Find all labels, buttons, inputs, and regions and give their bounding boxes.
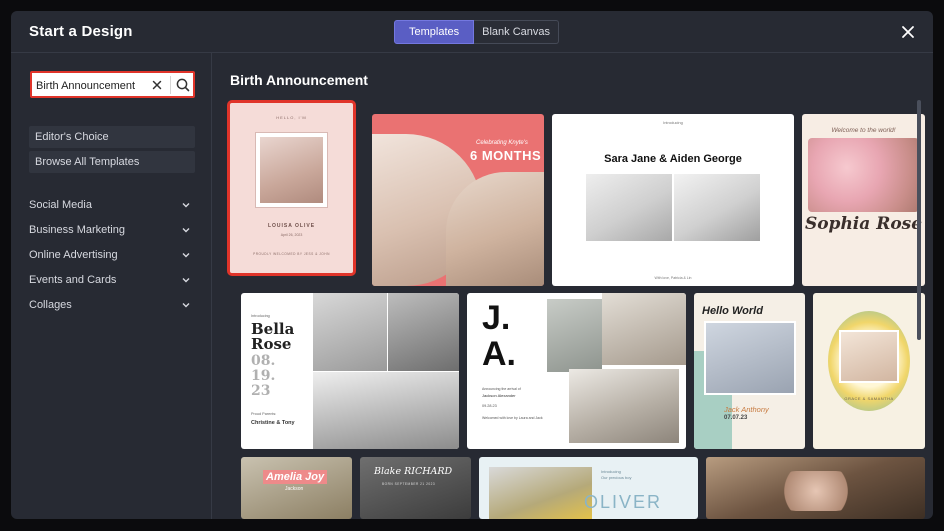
card-title: Amelia Joy: [263, 470, 328, 484]
card-text: Introducing: [251, 314, 270, 318]
card-photo: [586, 174, 672, 241]
card-text: 07.07.23: [724, 415, 748, 421]
card-text: BORN SEPTEMBER 21 2023: [382, 482, 436, 486]
template-card-oliver[interactable]: Introducing Our precious boy OLIVER: [479, 457, 698, 519]
close-icon[interactable]: [900, 24, 916, 40]
card-title: OLIVER: [584, 492, 663, 512]
sidebar: Editor's Choice Browse All Templates Soc…: [11, 53, 212, 519]
tab-blank-canvas[interactable]: Blank Canvas: [474, 20, 560, 44]
template-card-blake-richard[interactable]: Blake RICHARD BORN SEPTEMBER 21 2023: [360, 457, 471, 519]
card-title: 6 MONTHS: [470, 148, 542, 163]
card-date: 23: [251, 383, 271, 399]
card-text: GRACE & SAMANTHA: [844, 396, 894, 401]
card-text: Announcing the arrival of: [482, 387, 521, 391]
start-design-modal: Start a Design Templates Blank Canvas Ed…: [11, 11, 933, 519]
modal-header: Start a Design Templates Blank Canvas: [11, 11, 933, 53]
template-card-6-months[interactable]: Celebrating Knyte's 6 MONTHS: [372, 114, 544, 286]
editors-choice-button[interactable]: Editor's Choice: [29, 126, 195, 148]
chevron-down-icon: [182, 203, 190, 208]
card-title: Blake RICHARD: [374, 466, 453, 477]
card-text: PROUDLY WELCOMED BY JESS & JOHN: [253, 252, 330, 256]
card-text: HELLO, I'M: [276, 115, 307, 120]
card-date: 19.: [251, 368, 276, 384]
category-label: Collages: [29, 299, 72, 311]
card-photo: [255, 132, 328, 208]
card-photo: [776, 471, 856, 511]
template-card-sara-aiden[interactable]: Introducing Sara Jane & Aiden George Wit…: [552, 114, 794, 286]
tab-templates[interactable]: Templates: [394, 20, 475, 44]
card-text: Jackson Alexander: [482, 393, 516, 398]
clear-search-icon[interactable]: [150, 78, 164, 92]
card-text: April 26, 2023: [280, 233, 303, 237]
category-online-advertising[interactable]: Online Advertising: [29, 246, 191, 264]
template-card-sophia-rose[interactable]: Welcome to the world! Sophia Rose: [802, 114, 925, 286]
card-title: Sophia Rose: [804, 214, 923, 234]
card-text: Jack Anthony: [724, 405, 769, 414]
card-title: A.: [482, 335, 516, 373]
card-text: Christine & Tony: [251, 420, 295, 426]
card-photo: [808, 138, 919, 212]
search-box: [30, 71, 195, 98]
card-photo: [569, 369, 679, 443]
card-name: LOUISA OLIVE: [267, 223, 316, 229]
chevron-down-icon: [182, 278, 190, 283]
card-photo: [704, 321, 796, 395]
template-card-grace-samantha[interactable]: GRACE & SAMANTHA: [813, 293, 925, 449]
card-photo: [602, 293, 686, 365]
card-title: Hello World: [702, 305, 763, 317]
card-text: Our precious boy: [601, 475, 632, 480]
card-text: Introducing: [601, 469, 621, 474]
card-text: Proud Parents:: [251, 412, 277, 416]
category-events-and-cards[interactable]: Events and Cards: [29, 271, 191, 289]
modal-title: Start a Design: [29, 23, 133, 40]
card-photo: [674, 174, 760, 241]
card-photo: [547, 299, 602, 372]
card-text: With love, Patricia & Lin: [654, 276, 692, 280]
template-card-amelia-joy[interactable]: Amelia Joy Jackson: [241, 457, 352, 519]
search-input[interactable]: [36, 77, 146, 94]
search-icon[interactable]: [175, 77, 191, 93]
card-text: Welcomed with love by Laura and Jack: [482, 416, 543, 420]
card-title: Rose: [251, 335, 292, 353]
card-title: Sara Jane & Aiden George: [604, 153, 742, 165]
card-title: J.: [482, 299, 511, 337]
template-card-louisa-olive[interactable]: HELLO, I'M LOUISA OLIVE April 26, 2023 P…: [227, 100, 356, 276]
category-business-marketing[interactable]: Business Marketing: [29, 221, 191, 239]
grid-scrollbar[interactable]: [917, 100, 921, 340]
browse-all-templates-button[interactable]: Browse All Templates: [29, 151, 195, 173]
search-divider: [170, 76, 171, 94]
template-card-jackson-alexander[interactable]: J. A. Announcing the arrival of Jackson …: [467, 293, 686, 449]
mode-toggle: Templates Blank Canvas: [394, 20, 560, 44]
chevron-down-icon: [182, 303, 190, 308]
category-label: Events and Cards: [29, 274, 117, 286]
card-text: Introducing: [663, 120, 683, 125]
card-text: 09.28.23: [482, 404, 497, 408]
card-photo: [839, 330, 899, 383]
results-title: Birth Announcement: [230, 72, 368, 88]
card-photo: [313, 372, 459, 449]
card-text: Celebrating Knyte's: [476, 140, 528, 146]
card-photo: [388, 293, 459, 371]
template-grid: HELLO, I'M LOUISA OLIVE April 26, 2023 P…: [224, 95, 933, 519]
category-collages[interactable]: Collages: [29, 296, 191, 314]
card-text: Welcome to the world!: [831, 127, 896, 134]
category-label: Business Marketing: [29, 224, 125, 236]
category-label: Online Advertising: [29, 249, 118, 261]
card-photo: [313, 293, 387, 371]
category-social-media[interactable]: Social Media: [29, 196, 191, 214]
chevron-down-icon: [182, 253, 190, 258]
card-photo: [489, 467, 592, 519]
chevron-down-icon: [182, 228, 190, 233]
card-date: 08.: [251, 353, 276, 369]
template-card-twins-photo[interactable]: [706, 457, 925, 519]
template-card-hello-world[interactable]: Hello World Jack Anthony 07.07.23: [694, 293, 805, 449]
card-text: Jackson: [285, 486, 304, 492]
template-card-bella-rose[interactable]: Introducing Bella Rose 08. 19. 23 Proud …: [241, 293, 459, 449]
category-label: Social Media: [29, 199, 92, 211]
